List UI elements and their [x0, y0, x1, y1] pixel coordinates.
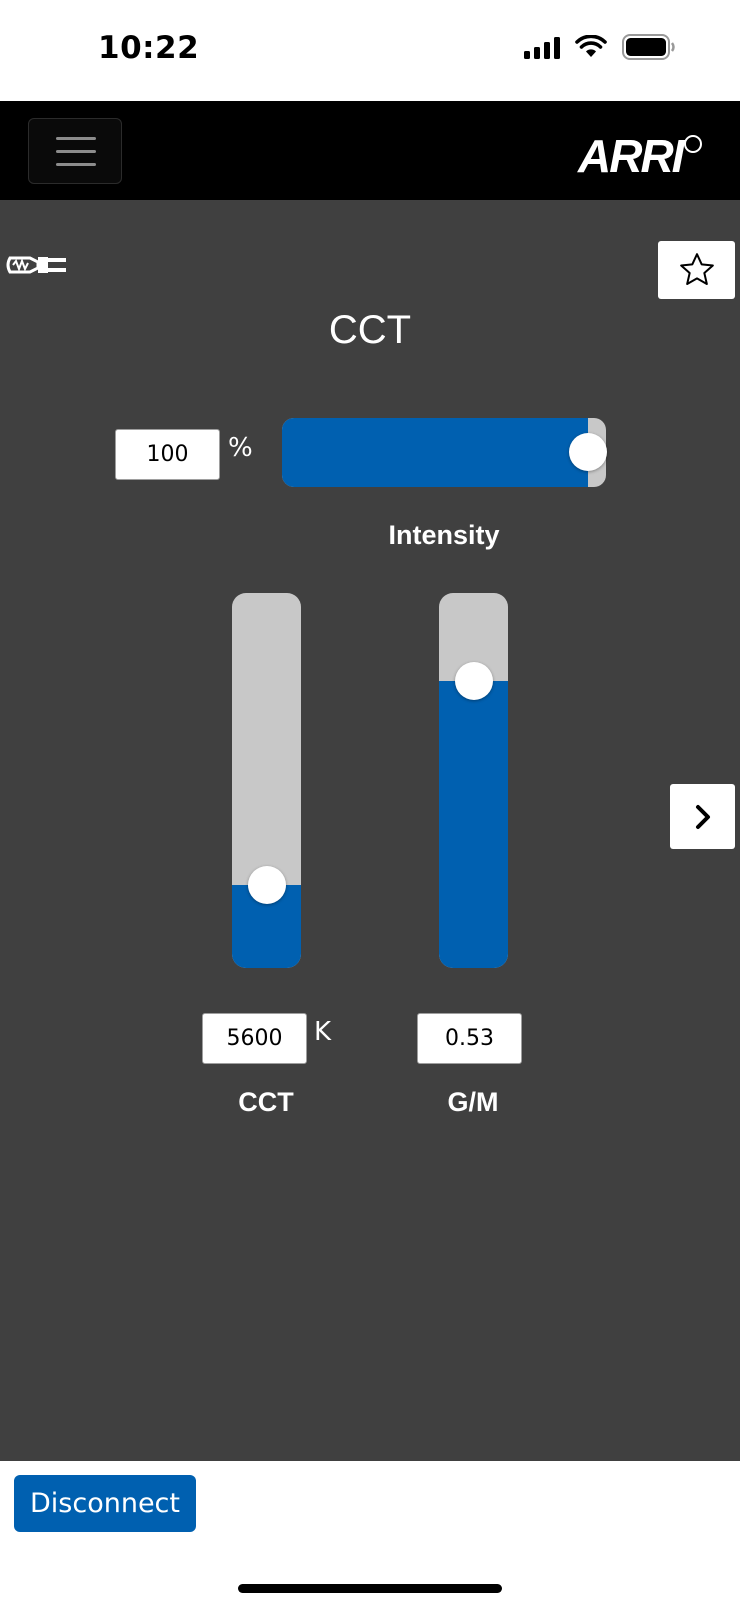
- cct-label: CCT: [238, 1087, 294, 1117]
- home-indicator: [238, 1584, 502, 1593]
- intensity-unit: %: [228, 433, 253, 463]
- intensity-input[interactable]: 100: [115, 429, 220, 480]
- status-icons: [524, 34, 676, 60]
- cellular-signal-icon: [524, 35, 560, 59]
- cct-slider[interactable]: [232, 593, 301, 968]
- light-control-panel: CCT 100 % Intensity 5600 K CCT 0.53 G/M: [0, 200, 740, 1461]
- cct-unit: K: [314, 1017, 332, 1047]
- footer: Disconnect: [0, 1461, 740, 1604]
- navbar: ARRI: [0, 101, 740, 200]
- disconnect-button[interactable]: Disconnect: [14, 1475, 196, 1532]
- chevron-right-icon: [695, 804, 710, 829]
- cct-input[interactable]: 5600: [202, 1013, 307, 1064]
- gm-fill: [439, 681, 508, 968]
- plug-icon: [6, 256, 66, 274]
- logo-seal-icon: [684, 135, 702, 153]
- next-page-button[interactable]: [670, 784, 735, 849]
- status-time: 10:22: [98, 30, 200, 66]
- menu-button[interactable]: [28, 118, 122, 184]
- arri-logo: ARRI: [578, 130, 684, 182]
- battery-icon: [622, 34, 675, 60]
- favorite-button[interactable]: [658, 241, 735, 299]
- wifi-icon: [575, 35, 607, 57]
- gm-slider[interactable]: [439, 593, 508, 968]
- mode-title: CCT: [328, 308, 412, 352]
- star-icon: [679, 253, 714, 285]
- intensity-slider[interactable]: [282, 418, 606, 487]
- intensity-slider-handle[interactable]: [569, 433, 607, 471]
- intensity-fill: [282, 418, 588, 487]
- cct-slider-handle[interactable]: [248, 866, 286, 904]
- gm-input[interactable]: 0.53: [417, 1013, 522, 1064]
- status-bar: 10:22: [0, 0, 740, 101]
- gm-label: G/M: [447, 1087, 499, 1117]
- intensity-label: Intensity: [388, 520, 500, 550]
- gm-slider-handle[interactable]: [455, 662, 493, 700]
